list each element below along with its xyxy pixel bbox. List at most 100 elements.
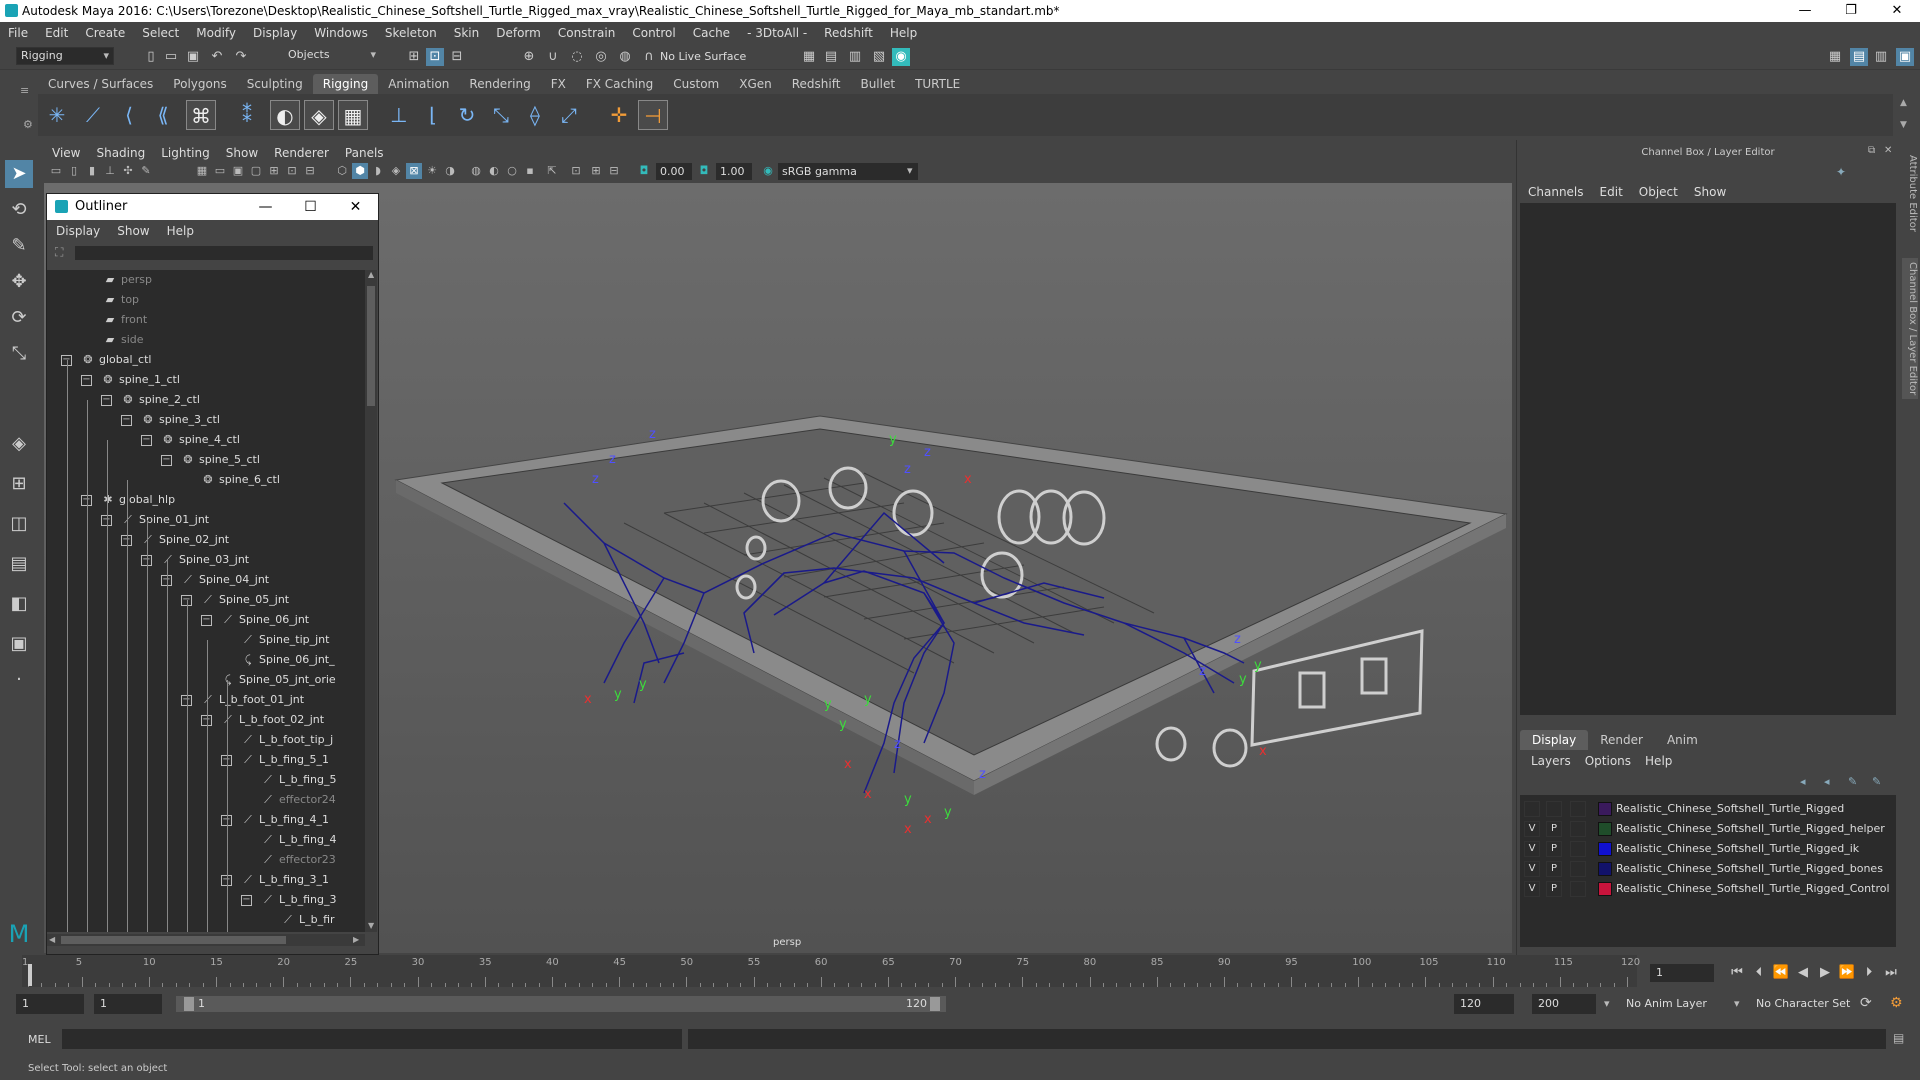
character-set-dropdown[interactable]: No Character Set — [1750, 994, 1866, 1014]
undo-icon[interactable]: ↶ — [208, 48, 226, 66]
panel-float-icon[interactable]: ⧉ — [1868, 145, 1875, 156]
render-frame-icon[interactable]: ▤ — [822, 48, 840, 66]
gamma-icon[interactable]: ◘ — [696, 163, 712, 179]
outliner-item[interactable]: −⟋Spine_03_jnt — [141, 550, 249, 570]
menu-windows[interactable]: Windows — [306, 26, 377, 40]
outliner-item[interactable]: ⟋ L_b_foot_tip_j — [221, 730, 333, 750]
ambient-occlusion-icon[interactable]: ◍ — [468, 163, 484, 179]
shelf-tab-fx-caching[interactable]: FX Caching — [576, 74, 663, 94]
redo-icon[interactable]: ↷ — [232, 48, 250, 66]
layer-visibility-toggle[interactable] — [1524, 801, 1540, 817]
outliner-maximize-button[interactable]: ☐ — [288, 194, 333, 220]
outliner-item[interactable]: −⟋Spine_02_jnt — [121, 530, 229, 550]
shelf-tab-turtle[interactable]: TURTLE — [905, 74, 970, 94]
channel-box-menu-object[interactable]: Object — [1631, 185, 1686, 199]
menu-create[interactable]: Create — [77, 26, 134, 40]
channel-box-menu-edit[interactable]: Edit — [1592, 185, 1631, 199]
selection-mode-dropdown[interactable]: Objects — [284, 47, 380, 65]
channel-box-area[interactable] — [1520, 203, 1896, 715]
outliner-item[interactable]: − ❂ spine_1_ctl — [81, 370, 180, 390]
playback-end-field[interactable]: 120 — [1454, 994, 1514, 1014]
shelf-tab-rendering[interactable]: Rendering — [459, 74, 540, 94]
outliner-item[interactable]: ⟋ effector24 — [241, 790, 336, 810]
menu-display[interactable]: Display — [245, 26, 306, 40]
layer-visibility-toggle[interactable]: V — [1524, 841, 1540, 857]
attribute-editor-side-tab[interactable]: Attribute Editor — [1902, 155, 1918, 232]
shelf-tab-bullet[interactable]: Bullet — [850, 74, 905, 94]
outliner-item[interactable]: − ⟋ Spine_05_jnt — [181, 590, 289, 610]
time-slider[interactable]: 1 5 10 15 20 25 30 35 40 45 50 55 60 65 70 75 80 85 90 95 10… — [22, 955, 1640, 987]
shelf-tab-custom[interactable]: Custom — [663, 74, 729, 94]
collapse-toggle-icon[interactable]: − — [121, 414, 132, 426]
render-settings-icon[interactable]: ▧ — [870, 48, 888, 66]
menu-control[interactable]: Control — [624, 26, 684, 40]
viewport-menu-renderer[interactable]: Renderer — [266, 145, 337, 161]
outliner-menu-display[interactable]: Display — [47, 222, 108, 240]
display-layer-row[interactable]: V P Realistic_Chinese_Softshell_Turtle_Rig… — [1524, 840, 1894, 858]
attribute-editor-toggle-icon[interactable]: ▥ — [1872, 48, 1890, 66]
outliner-scroll-right-icon[interactable]: ▶ — [353, 935, 359, 944]
hypershade-icon[interactable]: ◉ — [892, 48, 910, 66]
x-ray-joints-icon[interactable]: ⊠ — [406, 163, 422, 179]
layer-display-type-toggle[interactable] — [1570, 841, 1586, 857]
viewport-menu-panels[interactable]: Panels — [337, 145, 392, 161]
display-layer-row[interactable]: Realistic_Chinese_Softshell_Turtle_Rigge… — [1524, 800, 1894, 818]
open-scene-icon[interactable]: ▭ — [162, 48, 180, 66]
shelf-tab-sculpting[interactable]: Sculpting — [237, 74, 313, 94]
snap-point-icon[interactable]: ◌ — [568, 48, 586, 66]
select-camera-icon[interactable]: ▭ — [48, 163, 64, 179]
channel-box-menu-show[interactable]: Show — [1686, 185, 1734, 199]
snap-curve-icon[interactable]: ∪ — [544, 48, 562, 66]
viewport-menu-lighting[interactable]: Lighting — [153, 145, 218, 161]
layer-visibility-toggle[interactable]: V — [1524, 821, 1540, 837]
outliner-scroll-down-icon[interactable]: ▼ — [368, 921, 374, 930]
menu-help[interactable]: Help — [882, 26, 926, 40]
ipr-render-icon[interactable]: ▥ — [846, 48, 864, 66]
motion-blur-icon[interactable]: ◐ — [486, 163, 502, 179]
shelf-scroll-up-icon[interactable]: ▲ — [1900, 98, 1907, 108]
anti-aliasing-icon[interactable]: ○ — [504, 163, 520, 179]
current-frame-field[interactable]: 1 — [1650, 964, 1714, 982]
outliner-item[interactable]: ⟋ L_b_fing_5 — [241, 770, 336, 790]
lattice-icon[interactable]: ▦ — [338, 100, 368, 130]
layer-playback-toggle[interactable]: P — [1546, 881, 1562, 897]
anim-layer-dropdown[interactable]: No Anim Layer — [1620, 994, 1738, 1014]
layer-tab-display[interactable]: Display — [1520, 730, 1589, 750]
step-back-frame-icon[interactable]: ⏴ — [1750, 964, 1768, 982]
shelf-tab-curves-surfaces[interactable]: Curves / Surfaces — [38, 74, 163, 94]
outliner-vertical-scroll-thumb[interactable] — [367, 286, 375, 406]
lasso-tool-icon[interactable]: ⟲ — [5, 196, 33, 224]
layer-playback-toggle[interactable]: P — [1546, 821, 1562, 837]
paint-select-tool-icon[interactable]: ✎ — [5, 232, 33, 260]
hik-icon[interactable]: ⊣ — [638, 100, 668, 130]
x-ray-icon[interactable]: ⊡ — [568, 163, 584, 179]
step-forward-frame-icon[interactable]: ⏵ — [1860, 964, 1878, 982]
menuset-dropdown[interactable]: Rigging — [16, 47, 114, 65]
layer-color-swatch[interactable] — [1598, 842, 1612, 856]
outliner-scroll-left-icon[interactable]: ◀ — [49, 935, 55, 944]
collapse-toggle-icon[interactable]: − — [141, 434, 152, 446]
restore-button[interactable]: ❐ — [1828, 0, 1874, 22]
select-hierarchy-icon[interactable]: ⊞ — [405, 48, 423, 66]
scale-tool-icon[interactable]: ⤡ — [5, 340, 33, 368]
four-view-layout-icon[interactable]: ⊞ — [5, 470, 33, 498]
collapse-toggle-icon[interactable]: − — [241, 894, 252, 906]
point-constraint-icon[interactable]: ⌊ — [418, 100, 448, 130]
step-forward-key-icon[interactable]: ⏩ — [1838, 964, 1856, 982]
outliner-item[interactable]: − ❂ spine_5_ctl — [161, 450, 260, 470]
grid-toggle-icon[interactable]: ▦ — [194, 163, 210, 179]
outliner-item[interactable]: −⟋L_b_fing_5_1 — [221, 750, 329, 770]
view-transform-dropdown[interactable]: sRGB gamma — [778, 163, 918, 180]
shelf-tab-animation[interactable]: Animation — [378, 74, 459, 94]
display-layer-row[interactable]: V P Realistic_Chinese_Softshell_Turtle_Rig… — [1524, 880, 1894, 898]
outliner-item[interactable]: − ❂ spine_3_ctl — [121, 410, 220, 430]
layer-playback-toggle[interactable]: P — [1546, 841, 1562, 857]
orient-constraint-icon[interactable]: ↻ — [452, 100, 482, 130]
menu-constrain[interactable]: Constrain — [550, 26, 625, 40]
field-chart-icon[interactable]: ⊞ — [266, 163, 282, 179]
depth-of-field-icon[interactable]: ▪ — [522, 163, 538, 179]
select-tool-icon[interactable]: ➤ — [5, 160, 33, 188]
layer-menu-help[interactable]: Help — [1639, 754, 1680, 768]
ik-handle-icon[interactable]: ⟨ — [114, 100, 144, 130]
new-layer-icon[interactable]: ✎ — [1872, 775, 1881, 788]
